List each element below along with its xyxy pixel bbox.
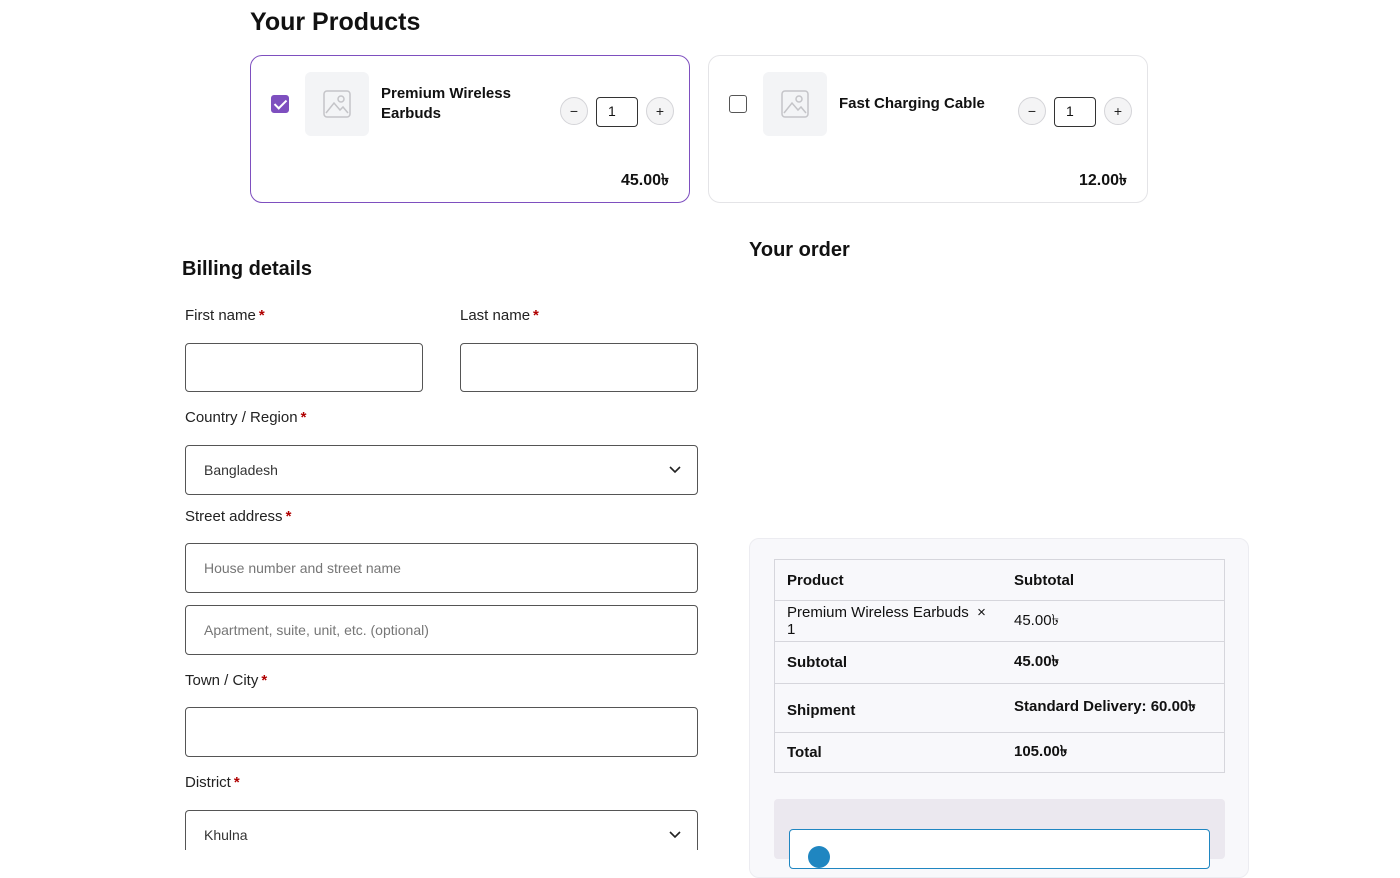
payment-notice	[789, 829, 1210, 869]
header-product: Product	[787, 571, 844, 589]
line-item-name: Premium Wireless Earbuds × 1	[774, 600, 1002, 642]
country-value: Bangladesh	[204, 462, 278, 478]
total-value: 105.00৳	[1002, 732, 1225, 773]
street-address-placeholder: House number and street name	[204, 560, 401, 576]
header-subtotal: Subtotal	[1014, 571, 1074, 589]
products-title: Your Products	[250, 8, 421, 36]
subtotal-label: Subtotal	[774, 641, 1002, 684]
info-icon	[808, 846, 830, 868]
product-name: Premium Wireless Earbuds	[381, 85, 511, 122]
table-header-row: Product Subtotal	[775, 560, 1225, 601]
district-value: Khulna	[204, 827, 248, 843]
quantity-increase-button[interactable]: +	[1104, 97, 1132, 125]
order-table: Product Subtotal Premium Wireless Earbud…	[774, 559, 1225, 773]
shipment-value: Standard Delivery: 60.00৳	[1002, 683, 1225, 733]
quantity-decrease-button[interactable]: −	[560, 97, 588, 125]
quantity-input[interactable]: 1	[1054, 97, 1096, 127]
street-address-field[interactable]: House number and street name	[185, 543, 698, 593]
product-card-earbuds[interactable]: Premium Wireless Earbuds − 1 + 45.00৳	[250, 55, 690, 203]
first-name-label: First name *	[185, 307, 265, 324]
line-item-total: 45.00৳	[1002, 600, 1225, 642]
billing-title: Billing details	[182, 258, 313, 280]
district-select[interactable]: Khulna	[185, 810, 698, 850]
country-label: Country / Region *	[185, 409, 307, 426]
total-row: Total 105.00৳	[774, 732, 1225, 773]
country-select[interactable]: Bangladesh	[185, 445, 698, 495]
apartment-field[interactable]: Apartment, suite, unit, etc. (optional)	[185, 605, 698, 655]
table-row: Premium Wireless Earbuds × 1 45.00৳	[774, 600, 1225, 642]
product-checkbox[interactable]	[729, 95, 747, 113]
street-address-label: Street address *	[185, 508, 292, 525]
quantity-decrease-button[interactable]: −	[1018, 97, 1046, 125]
shipment-label: Shipment	[774, 683, 1002, 733]
product-card-cable[interactable]: Fast Charging Cable − 1 + 12.00৳	[708, 55, 1148, 203]
chevron-down-icon	[669, 831, 681, 839]
shipment-row: Shipment Standard Delivery: 60.00৳	[774, 683, 1225, 733]
quantity-input[interactable]: 1	[596, 97, 638, 127]
district-label: District *	[185, 774, 240, 791]
subtotal-value: 45.00৳	[1002, 641, 1225, 684]
apartment-placeholder: Apartment, suite, unit, etc. (optional)	[204, 622, 429, 638]
order-title: Your order	[749, 239, 850, 261]
first-name-field[interactable]	[185, 343, 423, 392]
total-label: Total	[774, 732, 1002, 773]
last-name-field[interactable]	[460, 343, 698, 392]
product-price: 45.00৳	[620, 172, 669, 189]
image-placeholder-icon	[763, 72, 827, 136]
image-placeholder-icon	[305, 72, 369, 136]
city-label: Town / City *	[185, 672, 268, 689]
chevron-down-icon	[669, 466, 681, 474]
city-field[interactable]	[185, 707, 698, 757]
product-checkbox[interactable]	[271, 95, 289, 113]
quantity-increase-button[interactable]: +	[646, 97, 674, 125]
product-name: Fast Charging Cable	[839, 95, 985, 112]
subtotal-row: Subtotal 45.00৳	[774, 641, 1225, 684]
product-price: 12.00৳	[1078, 172, 1127, 189]
last-name-label: Last name *	[460, 307, 539, 324]
